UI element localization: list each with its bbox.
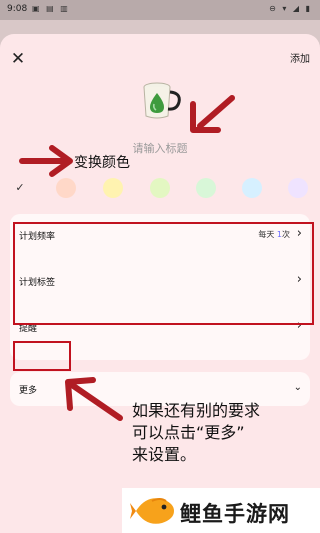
arrow-to-color-icon (19, 145, 73, 177)
annotation-text: 如果还有别的要求 可以点击“更多” 来设置。 (132, 401, 261, 464)
fish-logo-icon (130, 498, 174, 524)
arrow-to-more-icon (65, 377, 123, 421)
watermark-text: 鲤鱼手游网 (180, 502, 290, 526)
watermark: 鲤鱼手游网 (122, 488, 320, 533)
arrow-to-title-icon (190, 95, 235, 133)
